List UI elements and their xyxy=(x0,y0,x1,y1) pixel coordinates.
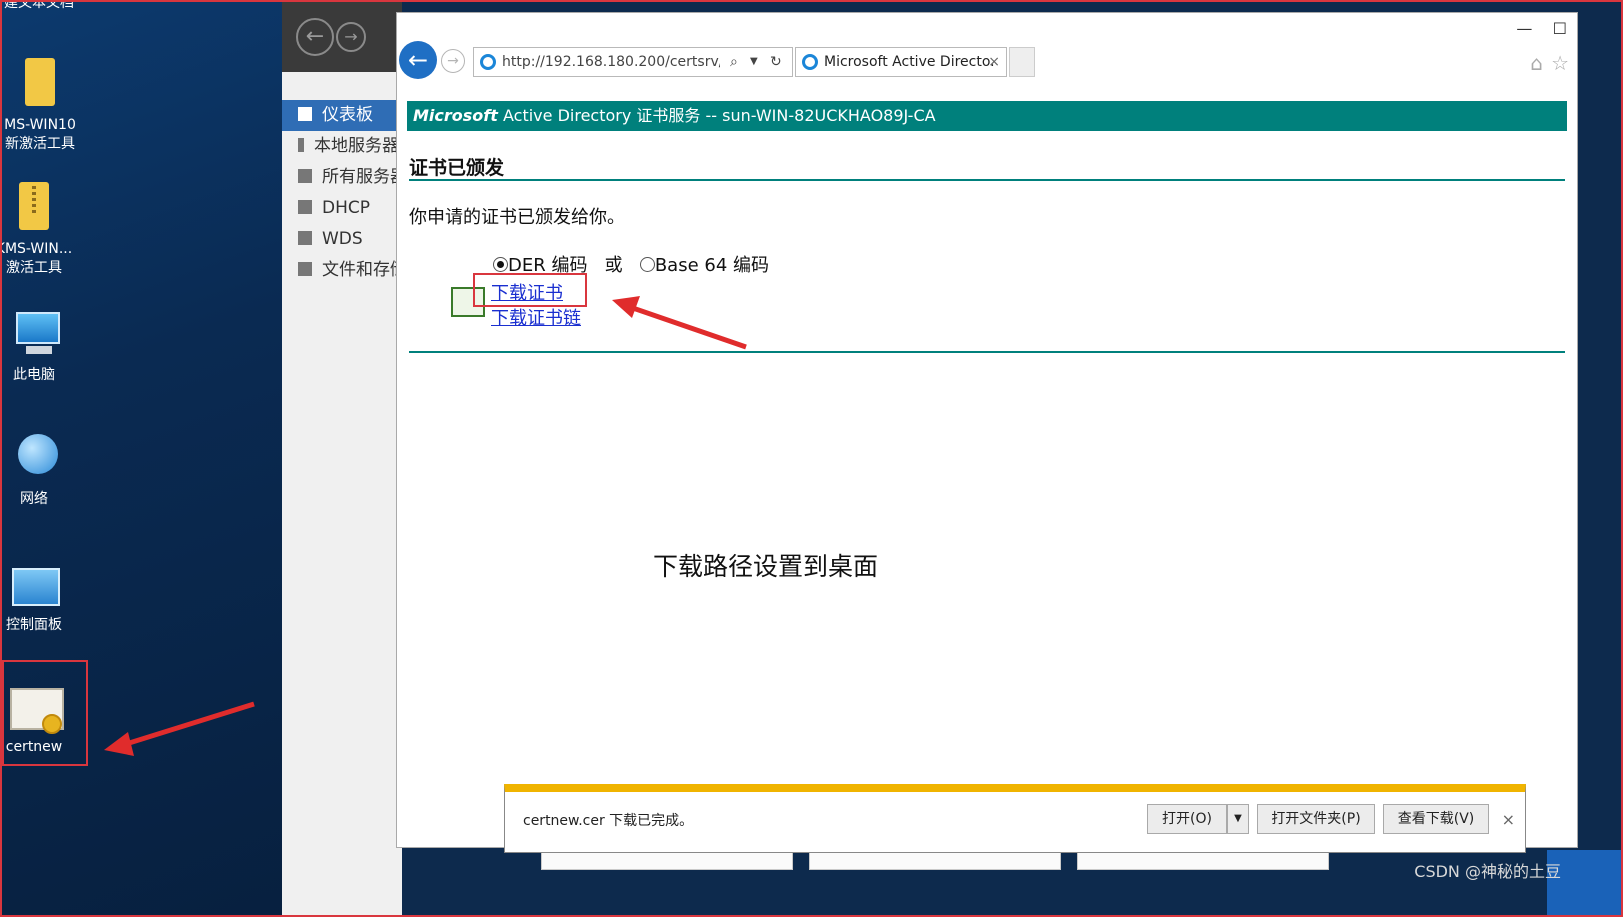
divider xyxy=(409,179,1565,181)
server-manager-window: ← → 仪表板 本地服务器 所有服务器 DHCP WDS 文件和存储 xyxy=(282,0,402,917)
tab-close-icon[interactable]: × xyxy=(988,48,1000,76)
new-tab-button[interactable] xyxy=(1009,47,1035,77)
banner-brand: Microsoft xyxy=(413,106,498,125)
download-message: certnew.cer 下载已完成。 xyxy=(523,813,694,829)
wds-icon xyxy=(298,231,312,245)
desktop-icon-label: KMS-WIN... xyxy=(0,241,73,257)
open-button[interactable]: 打开(O) xyxy=(1147,804,1227,834)
control-panel-icon xyxy=(10,558,60,610)
ie-icon xyxy=(480,54,496,70)
computer-icon xyxy=(10,308,60,360)
window-controls: — ☐ xyxy=(1516,19,1567,38)
address-bar[interactable]: http://192.168.180.200/certsrv/certf ⌕ ▼… xyxy=(473,47,793,77)
sm-nav-wds[interactable]: WDS xyxy=(282,224,402,255)
desktop: 建文本文档 MS-WIN10 新激活工具 KMS-WIN... 激活工具 此电脑… xyxy=(0,0,292,917)
sm-nav-label: WDS xyxy=(322,229,363,249)
refresh-icon[interactable]: ↻ xyxy=(770,48,782,76)
dhcp-icon xyxy=(298,200,312,214)
sm-nav-dashboard[interactable]: 仪表板 xyxy=(282,100,402,131)
back-arrow-icon[interactable]: ← xyxy=(296,18,334,56)
view-downloads-button[interactable]: 查看下载(V) xyxy=(1383,804,1489,834)
server-manager-toolbar: ← → xyxy=(282,0,402,72)
zip-folder-icon xyxy=(10,182,58,234)
browser-window: — ☐ ← → http://192.168.180.200/certsrv/c… xyxy=(396,12,1578,853)
minimize-button[interactable]: — xyxy=(1516,19,1532,38)
page-banner: Microsoft Active Directory 证书服务 -- sun-W… xyxy=(407,101,1567,131)
desktop-icon-network[interactable]: 网络 xyxy=(0,432,74,509)
sm-nav-dhcp[interactable]: DHCP xyxy=(282,193,402,224)
desktop-icon-this-pc[interactable]: 此电脑 xyxy=(0,308,74,385)
base64-label: Base 64 编码 xyxy=(654,255,769,276)
open-folder-button[interactable]: 打开文件夹(P) xyxy=(1257,804,1375,834)
sm-nav-label: 文件和存储 xyxy=(322,260,402,280)
ie-icon xyxy=(802,54,818,70)
desktop-icon-win10-tool[interactable]: MS-WIN10 新激活工具 xyxy=(0,58,80,154)
desktop-icon-label: MS-WIN10 xyxy=(4,117,76,133)
sm-nav-file-storage[interactable]: 文件和存储 xyxy=(282,255,402,286)
certificate-file-icon xyxy=(10,680,64,734)
dashboard-icon xyxy=(298,107,312,121)
back-button[interactable]: ← xyxy=(399,41,437,79)
address-url: http://192.168.180.200/certsrv/certf xyxy=(502,54,720,70)
tab-title: Microsoft Active Directo... xyxy=(824,54,994,70)
network-icon xyxy=(10,432,58,484)
desktop-icon-label: 激活工具 xyxy=(6,260,62,276)
desktop-icon-control-panel[interactable]: 控制面板 xyxy=(0,558,74,635)
desktop-icon-label: 网络 xyxy=(20,491,48,507)
desktop-icon-certnew[interactable]: certnew xyxy=(0,680,74,757)
der-radio[interactable] xyxy=(493,257,508,272)
page-heading: 证书已颁发 xyxy=(409,157,505,179)
base64-radio[interactable] xyxy=(639,257,655,272)
server-manager-nav: 仪表板 本地服务器 所有服务器 DHCP WDS 文件和存储 xyxy=(282,100,402,286)
sm-nav-local-server[interactable]: 本地服务器 xyxy=(282,131,402,162)
favorites-star-icon[interactable]: ☆ xyxy=(1551,51,1569,75)
download-bar-close-icon[interactable]: × xyxy=(1502,810,1515,829)
sm-nav-all-servers[interactable]: 所有服务器 xyxy=(282,162,402,193)
forward-button[interactable]: → xyxy=(441,49,465,73)
sm-nav-label: 仪表板 xyxy=(322,105,373,125)
server-icon xyxy=(298,138,304,152)
storage-icon xyxy=(298,262,312,276)
open-dropdown-icon[interactable]: ▼ xyxy=(1227,804,1249,834)
desktop-icon-label: 此电脑 xyxy=(13,367,55,383)
browser-tab[interactable]: Microsoft Active Directo... × xyxy=(795,47,1007,77)
issued-message: 你申请的证书已颁发给你。 xyxy=(409,207,625,228)
divider xyxy=(409,351,1565,353)
desktop-icon-kms-tool[interactable]: KMS-WIN... 激活工具 xyxy=(0,182,74,278)
desktop-icon-label: 控制面板 xyxy=(6,617,62,633)
maximize-button[interactable]: ☐ xyxy=(1553,19,1567,38)
sm-nav-label: 所有服务器 xyxy=(322,167,402,187)
forward-arrow-icon[interactable]: → xyxy=(336,22,366,52)
search-icon[interactable]: ⌕ xyxy=(730,48,738,76)
download-cert-link[interactable]: 下载证书 xyxy=(491,279,563,305)
sm-nav-label: DHCP xyxy=(322,198,370,218)
watermark: CSDN @神秘的土豆 xyxy=(1414,862,1561,881)
annotation-text: 下载路径设置到桌面 xyxy=(653,552,879,581)
desktop-icon-label: 新激活工具 xyxy=(5,136,75,152)
banner-title: Active Directory 证书服务 -- sun-WIN-82UCKHA… xyxy=(497,106,936,125)
desktop-icon-label: certnew xyxy=(5,739,63,755)
download-notification-bar: certnew.cer 下载已完成。 打开(O) ▼ 打开文件夹(P) 查看下载… xyxy=(504,784,1526,853)
dropdown-icon[interactable]: ▼ xyxy=(750,48,758,76)
folder-icon xyxy=(16,58,64,110)
home-icon[interactable]: ⌂ xyxy=(1530,51,1543,75)
sm-nav-label: 本地服务器 xyxy=(314,136,399,156)
download-chain-link[interactable]: 下载证书链 xyxy=(491,304,581,330)
servers-icon xyxy=(298,169,312,183)
desktop-file-label[interactable]: 建文本文档 xyxy=(4,0,74,12)
or-label: 或 xyxy=(604,255,623,276)
